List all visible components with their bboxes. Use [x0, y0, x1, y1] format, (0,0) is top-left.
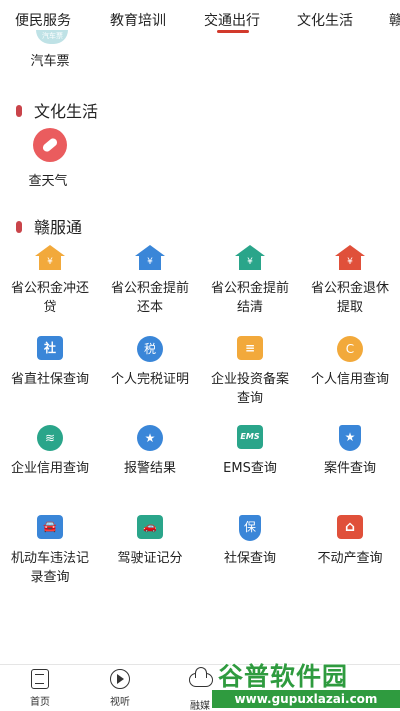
service-item[interactable]: 税 个人完税证明 — [100, 336, 200, 389]
service-label: EMS查询 — [223, 461, 277, 476]
social-security-icon: 社 — [35, 336, 65, 362]
service-label: 省直社保查询 — [10, 372, 89, 387]
service-label: 报警结果 — [123, 461, 176, 476]
service-item[interactable]: ⌂ 不动产查询 — [300, 515, 400, 568]
cloud-icon — [189, 667, 213, 687]
section-culture-title: 文化生活 — [16, 98, 98, 122]
service-label: 机动车违法记录查询 — [10, 551, 89, 585]
bus-ticket-icon[interactable]: 汽车票 — [36, 30, 68, 44]
active-tab-indicator — [217, 30, 249, 33]
service-item[interactable]: ★ 案件查询 — [300, 425, 400, 478]
service-item[interactable]: ≡ 企业投资备案查询 — [200, 336, 300, 408]
house-yuan-icon: ¥ — [335, 245, 365, 271]
service-label: 不动产查询 — [317, 551, 383, 566]
service-label: 社保查询 — [223, 551, 276, 566]
enterprise-credit-icon: ≋ — [35, 425, 65, 451]
service-item[interactable]: 🚗 驾驶证记分 — [100, 515, 200, 568]
shield-icon: 保 — [235, 515, 265, 541]
tab-culture[interactable]: 文化生活 — [297, 10, 353, 30]
pill-icon — [33, 128, 67, 162]
badge-star-icon: ★ — [335, 425, 365, 451]
section-marker — [16, 221, 22, 233]
tab-convenience[interactable]: 便民服务 — [15, 10, 71, 30]
service-item[interactable]: ★ 报警结果 — [100, 425, 200, 478]
weather-label: 查天气 — [28, 174, 68, 189]
watermark-title: 谷普软件园 — [218, 662, 349, 691]
service-label: 省公积金退休提取 — [310, 281, 389, 315]
car-search-icon: 🚘 — [35, 515, 65, 541]
service-item[interactable]: ¥ 省公积金退休提取 — [300, 245, 400, 317]
service-label: 驾驶证记分 — [117, 551, 183, 566]
service-item[interactable]: ≋ 企业信用查询 — [0, 425, 100, 478]
section-ganfutong-title: 赣服通 — [16, 214, 82, 238]
credit-icon: C — [335, 336, 365, 362]
nav-video-label: 视听 — [110, 697, 130, 708]
nav-home[interactable]: 首页 — [20, 669, 60, 708]
bus-ticket-badge: 汽车票 — [42, 32, 63, 40]
real-estate-icon: ⌂ — [335, 515, 365, 541]
service-label: 企业投资备案查询 — [210, 372, 289, 406]
service-label: 省公积金提前还本 — [110, 281, 189, 315]
document-coin-icon: ≡ — [235, 336, 265, 362]
service-label: 个人信用查询 — [310, 372, 389, 387]
tab-transport[interactable]: 交通出行 — [204, 10, 260, 30]
section-marker — [16, 105, 22, 117]
service-label: 省公积金提前结清 — [210, 281, 289, 315]
tab-ganfutong-partial[interactable]: 赣 — [389, 10, 400, 30]
weather-service[interactable]: 查天气 — [27, 128, 73, 189]
service-item[interactable]: ¥ 省公积金冲还贷 — [0, 245, 100, 317]
service-label: 省公积金冲还贷 — [10, 281, 89, 315]
watermark: 谷普软件园 www.gupuxlazai.com — [212, 657, 400, 711]
service-item[interactable]: C 个人信用查询 — [300, 336, 400, 389]
play-icon — [110, 669, 130, 689]
service-item[interactable]: ¥ 省公积金提前结清 — [200, 245, 300, 317]
service-label: 案件查询 — [323, 461, 376, 476]
service-label: 企业信用查询 — [10, 461, 89, 476]
car-icon: 🚗 — [135, 515, 165, 541]
service-label: 个人完税证明 — [110, 372, 189, 387]
tab-education[interactable]: 教育培训 — [110, 10, 166, 30]
service-item[interactable]: EMS EMS查询 — [200, 425, 300, 478]
bus-ticket-label[interactable]: 汽车票 — [22, 50, 78, 69]
nav-home-label: 首页 — [30, 697, 50, 708]
tax-hand-icon: 税 — [135, 336, 165, 362]
home-doc-icon — [31, 669, 49, 689]
ems-icon: EMS — [235, 425, 265, 451]
watermark-url: www.gupuxlazai.com — [212, 690, 400, 708]
police-cap-icon: ★ — [135, 425, 165, 451]
house-yuan-icon: ¥ — [35, 245, 65, 271]
section-ganfutong-label: 赣服通 — [34, 218, 83, 237]
section-culture-label: 文化生活 — [34, 102, 99, 121]
nav-video[interactable]: 视听 — [100, 669, 140, 708]
service-item[interactable]: 🚘 机动车违法记录查询 — [0, 515, 100, 587]
service-item[interactable]: 社 省直社保查询 — [0, 336, 100, 389]
house-yuan-icon: ¥ — [235, 245, 265, 271]
house-yuan-icon: ¥ — [135, 245, 165, 271]
service-item[interactable]: ¥ 省公积金提前还本 — [100, 245, 200, 317]
service-item[interactable]: 保 社保查询 — [200, 515, 300, 568]
